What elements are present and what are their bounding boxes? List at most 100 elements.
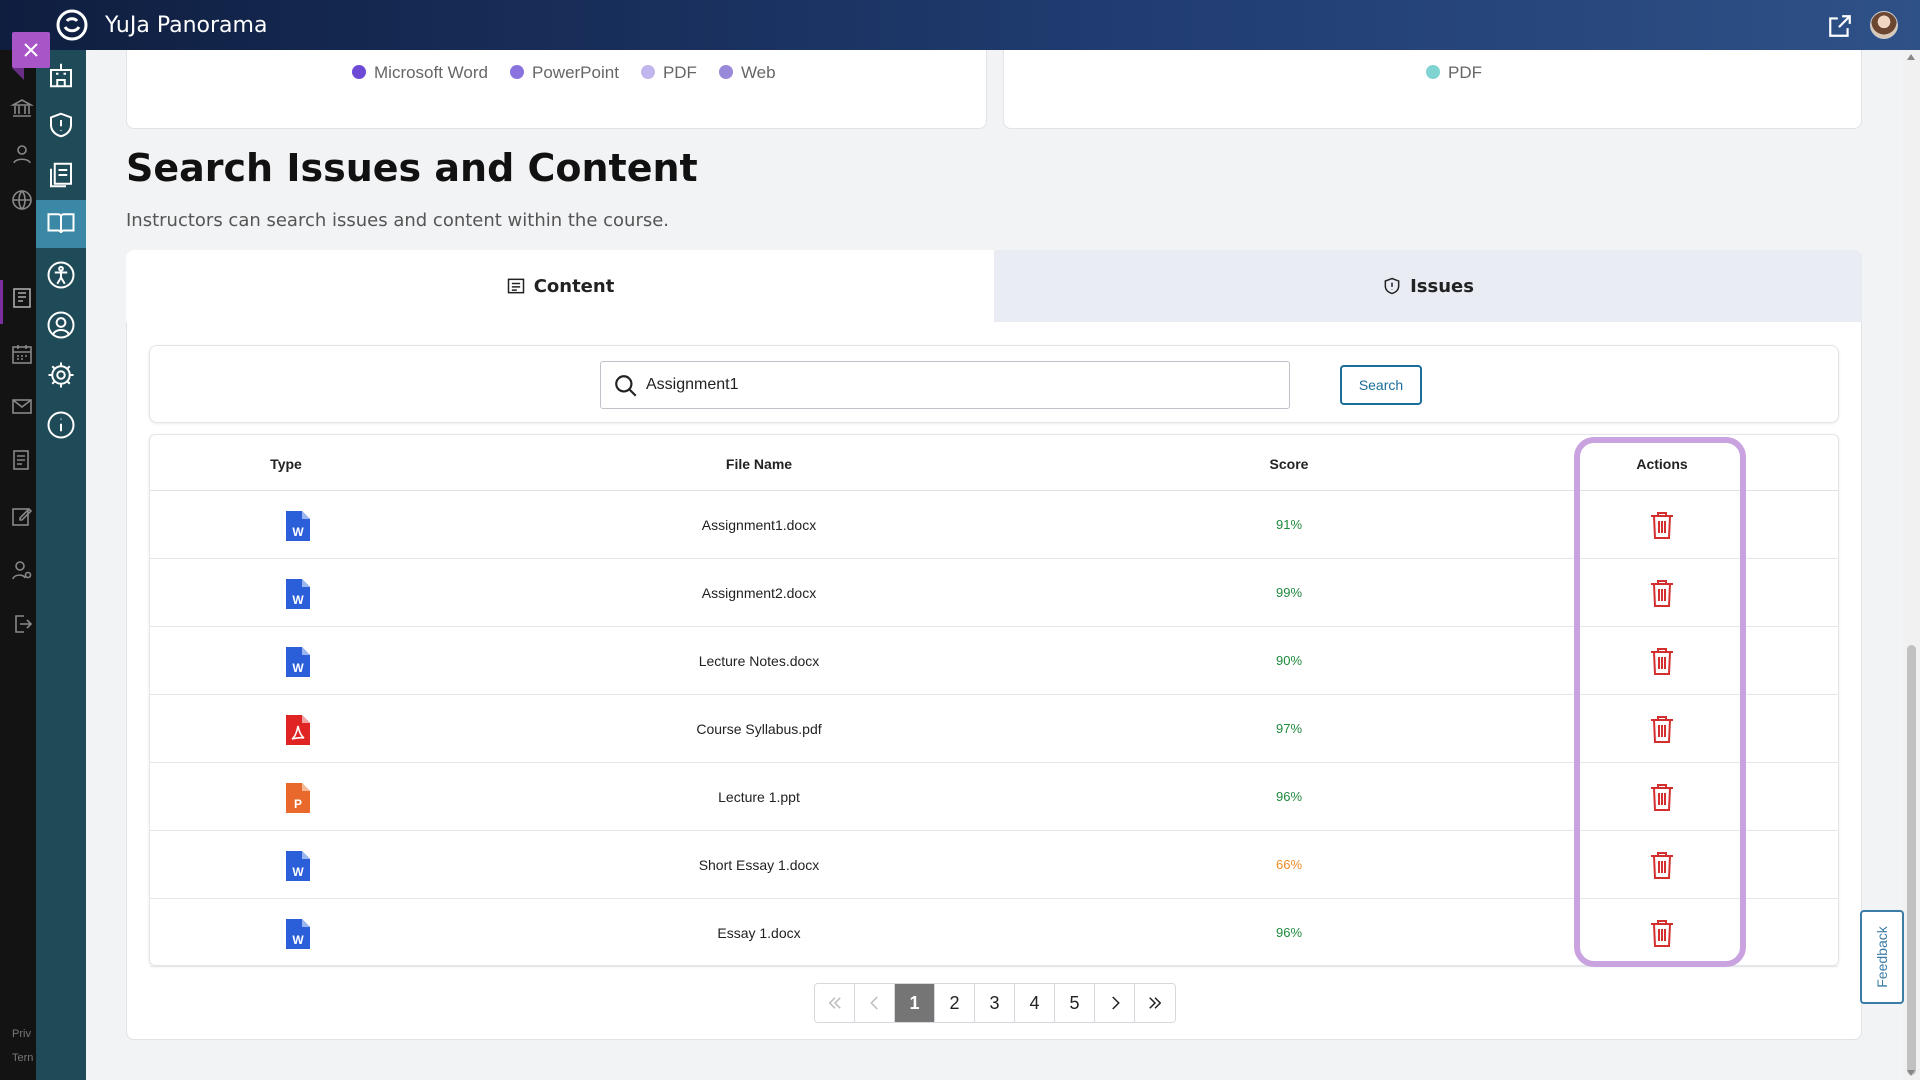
report-icon[interactable] <box>10 448 34 472</box>
search-bar: Search <box>149 345 1839 423</box>
file-name-cell[interactable]: Assignment1.docx <box>702 517 816 533</box>
table-row[interactable]: P Lecture 1.ppt 96% <box>150 763 1838 831</box>
section-subtitle: Instructors can search issues and conten… <box>126 210 670 231</box>
search-input[interactable] <box>646 362 1276 408</box>
feedback-button[interactable]: Feedback <box>1860 910 1904 1004</box>
scroll-thumb[interactable] <box>1907 645 1916 1075</box>
search-icon <box>615 375 637 397</box>
table-row[interactable]: Course Syllabus.pdf 97% <box>150 695 1838 763</box>
pagination: 1 2 3 4 5 <box>814 983 1176 1023</box>
double-chevron-left-icon <box>828 997 841 1009</box>
panorama-icon[interactable] <box>10 286 34 310</box>
search-button[interactable]: Search <box>1340 365 1422 405</box>
settings-icon[interactable] <box>46 360 76 390</box>
page-button[interactable]: 3 <box>975 984 1015 1022</box>
table-header: Type File Name Score Actions <box>150 435 1838 491</box>
tab-issues[interactable]: Issues <box>994 250 1862 322</box>
table-row[interactable]: W Assignment1.docx 91% <box>150 491 1838 559</box>
scroll-down-icon[interactable] <box>1907 1070 1915 1076</box>
score-cell: 99% <box>1275 585 1303 600</box>
header-score[interactable]: Score <box>1270 456 1309 472</box>
user-icon[interactable] <box>10 142 34 166</box>
delete-button[interactable] <box>1648 646 1676 676</box>
delete-button[interactable] <box>1648 782 1676 812</box>
tab-content[interactable]: Content <box>126 250 994 322</box>
page-button[interactable]: 1 <box>895 984 935 1022</box>
external-link-icon[interactable] <box>1827 13 1853 39</box>
search-field[interactable] <box>600 361 1290 409</box>
legend-item: Microsoft Word <box>352 63 488 83</box>
page-button[interactable]: 5 <box>1055 984 1095 1022</box>
file-name-cell[interactable]: Short Essay 1.docx <box>699 857 820 873</box>
legend-item: PowerPoint <box>510 63 619 83</box>
file-name-cell[interactable]: Assignment2.docx <box>702 585 816 601</box>
table-row[interactable]: W Essay 1.docx 96% <box>150 899 1838 967</box>
book-icon[interactable] <box>46 208 76 238</box>
file-name-cell[interactable]: Essay 1.docx <box>717 925 800 941</box>
close-panel-button[interactable] <box>12 32 50 80</box>
svg-text:P: P <box>294 797 302 811</box>
close-icon <box>24 43 38 57</box>
user-settings-icon[interactable] <box>10 558 34 582</box>
scroll-up-icon[interactable] <box>1907 54 1915 60</box>
info-icon[interactable] <box>46 410 76 440</box>
word-icon: W <box>286 579 310 612</box>
score-cell: 91% <box>1275 517 1303 532</box>
header-type[interactable]: Type <box>270 456 302 472</box>
shield-alert-icon[interactable] <box>46 110 76 140</box>
header-file-name[interactable]: File Name <box>726 456 792 472</box>
logout-icon[interactable] <box>10 612 34 636</box>
app-title: YuJa Panorama <box>105 13 268 38</box>
prev-page-button[interactable] <box>855 984 895 1022</box>
accessibility-icon[interactable] <box>46 260 76 290</box>
last-page-button[interactable] <box>1135 984 1175 1022</box>
panorama-nav-rail <box>36 0 86 1080</box>
file-name-cell[interactable]: Course Syllabus.pdf <box>696 721 821 737</box>
trash-icon <box>1648 512 1676 543</box>
score-cell: 90% <box>1275 653 1303 668</box>
global-nav-rail: Priv Tern <box>0 0 36 1080</box>
privacy-link[interactable]: Priv <box>12 1028 31 1040</box>
tab-label: Content <box>533 275 615 297</box>
delete-button[interactable] <box>1648 918 1676 948</box>
page-button[interactable]: 4 <box>1015 984 1055 1022</box>
delete-button[interactable] <box>1648 578 1676 608</box>
profile-icon[interactable] <box>46 310 76 340</box>
calendar-icon[interactable] <box>10 342 34 366</box>
first-page-button[interactable] <box>815 984 855 1022</box>
institution-icon[interactable] <box>10 96 34 120</box>
shield-icon <box>1384 277 1400 295</box>
svg-text:W: W <box>292 933 304 947</box>
trash-icon <box>1648 852 1676 883</box>
terms-link[interactable]: Tern <box>12 1052 33 1064</box>
mail-icon[interactable] <box>10 394 34 418</box>
table-row[interactable]: W Lecture Notes.docx 90% <box>150 627 1838 695</box>
word-icon: W <box>286 647 310 680</box>
documents-icon[interactable] <box>46 160 76 190</box>
chevron-left-icon <box>869 996 878 1010</box>
avatar[interactable] <box>1870 11 1898 39</box>
table-row[interactable]: W Assignment2.docx 99% <box>150 559 1838 627</box>
edit-icon[interactable] <box>10 504 34 528</box>
word-icon: W <box>286 851 310 884</box>
score-cell: 97% <box>1275 721 1303 736</box>
list-icon <box>507 278 524 294</box>
page-button[interactable]: 2 <box>935 984 975 1022</box>
table-row[interactable]: W Short Essay 1.docx 66% <box>150 831 1838 899</box>
active-indicator <box>0 280 3 324</box>
powerpoint-icon: P <box>286 783 310 816</box>
header-actions: Actions <box>1636 456 1688 472</box>
chart-legend: Microsoft Word PowerPoint PDF Web <box>352 63 776 83</box>
score-cell: 66% <box>1275 857 1303 872</box>
file-name-cell[interactable]: Lecture Notes.docx <box>699 653 820 669</box>
yuja-logo-icon <box>56 9 88 41</box>
page-scrollbar[interactable] <box>1903 50 1920 1080</box>
globe-icon[interactable] <box>10 188 34 212</box>
delete-button[interactable] <box>1648 714 1676 744</box>
delete-button[interactable] <box>1648 850 1676 880</box>
file-name-cell[interactable]: Lecture 1.ppt <box>718 789 800 805</box>
legend-item: PDF <box>640 63 697 83</box>
delete-button[interactable] <box>1648 510 1676 540</box>
building-icon[interactable] <box>46 60 76 90</box>
next-page-button[interactable] <box>1095 984 1135 1022</box>
